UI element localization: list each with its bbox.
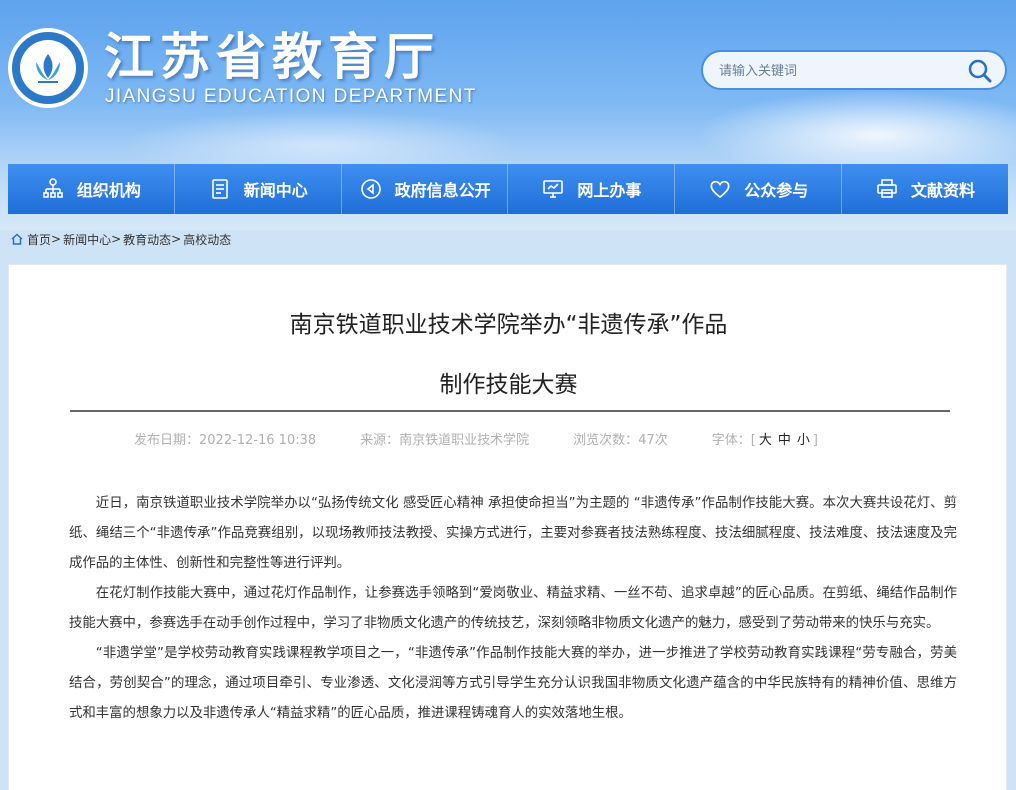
- breadcrumb-item[interactable]: 高校动态: [183, 231, 231, 248]
- search-button[interactable]: [965, 56, 995, 86]
- monitor-icon: [543, 180, 564, 198]
- view-count-label: 浏览次数：: [573, 432, 639, 448]
- article-paragraph: 近日，南京铁道职业技术学院举办以“弘扬传统文化 感受匠心精神 承担使命担当”为主…: [69, 496, 957, 571]
- printer-icon: [877, 179, 897, 198]
- nav-item-gov-info[interactable]: 政府信息公开: [342, 164, 509, 214]
- search-box: [701, 50, 1007, 90]
- breadcrumb-separator: >: [111, 232, 122, 246]
- document-icon: [211, 179, 228, 199]
- article-source: 来源：南京铁道职业技术学院: [360, 432, 530, 448]
- nav-item-public[interactable]: 公众参与: [675, 164, 843, 214]
- logo[interactable]: [8, 28, 88, 108]
- site-subtitle: JIANGSU EDUCATION DEPARTMENT: [105, 86, 477, 107]
- breadcrumb-home[interactable]: 首页: [27, 231, 51, 248]
- article-title: 南京铁道职业技术学院举办“非遗传承”作品: [289, 312, 728, 338]
- search-icon: [968, 59, 992, 83]
- breadcrumb-item[interactable]: 新闻中心: [63, 231, 111, 248]
- home-icon: [11, 233, 23, 245]
- article-body: 近日，南京铁道职业技术学院举办以“弘扬传统文化 感受匠心精神 承担使命担当”为主…: [69, 489, 957, 729]
- article-paragraph: 在花灯制作技能大赛中，通过花灯作品制作，让参赛选手领略到“爱岗敬业、精益求精、一…: [69, 586, 957, 631]
- main-nav: 组织机构 新闻中心 政府信息公开 网上办事 公众参与 文献资料: [8, 164, 1008, 214]
- site-title: 江苏省教育厅: [104, 28, 440, 86]
- font-size-large[interactable]: 大: [759, 433, 772, 448]
- font-size-medium[interactable]: 中: [778, 433, 791, 448]
- nav-label: 新闻中心: [243, 181, 308, 200]
- article-meta: 发布日期：2022-12-16 10:38 来源：南京铁道职业技术学院 浏览次数…: [134, 428, 818, 448]
- search-input[interactable]: [719, 60, 949, 82]
- nav-item-online-service[interactable]: 网上办事: [508, 164, 676, 214]
- title-divider: [70, 410, 950, 412]
- nav-item-org[interactable]: 组织机构: [8, 164, 175, 214]
- breadcrumb-item[interactable]: 教育动态: [123, 231, 171, 248]
- org-chart-icon: [43, 178, 63, 198]
- logo-emblem-icon: [20, 40, 76, 96]
- nav-label: 政府信息公开: [394, 181, 491, 200]
- article-card: 南京铁道职业技术学院举办“非遗传承”作品 制作技能大赛 发布日期：2022-12…: [8, 264, 1007, 790]
- font-size-label: 字体：: [711, 432, 751, 448]
- article-paragraph: “非遗学堂”是学校劳动教育实践课程教学项目之一，“非遗传承”作品制作技能大赛的举…: [69, 646, 957, 721]
- publish-date: 发布日期：2022-12-16 10:38: [134, 432, 317, 448]
- font-size-small[interactable]: 小: [797, 433, 810, 448]
- heart-icon: [710, 180, 730, 199]
- nav-label: 公众参与: [744, 181, 809, 200]
- nav-label: 组织机构: [76, 181, 141, 200]
- nav-label: 文献资料: [911, 181, 976, 200]
- breadcrumb-separator: >: [171, 232, 182, 246]
- nav-label: 网上办事: [577, 181, 642, 200]
- megaphone-icon: [360, 179, 381, 199]
- breadcrumb-separator: >: [51, 232, 62, 246]
- breadcrumb: 首页 > 新闻中心 > 教育动态 > 高校动态: [10, 230, 231, 248]
- nav-item-news[interactable]: 新闻中心: [175, 164, 342, 214]
- view-count: 47次: [638, 432, 668, 448]
- font-size-control: 字体：[大中小]: [711, 432, 818, 448]
- nav-item-docs[interactable]: 文献资料: [842, 164, 1008, 214]
- article-title: 制作技能大赛: [439, 372, 578, 398]
